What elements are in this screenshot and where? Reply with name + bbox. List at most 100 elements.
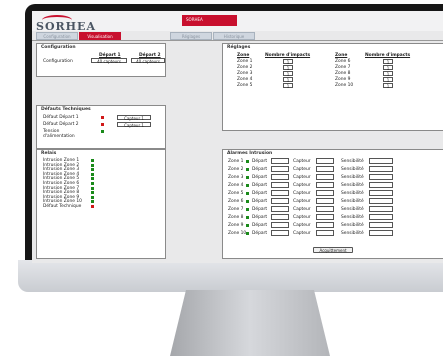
alarm-depart-label: Départ	[252, 175, 268, 180]
monitor-chin	[18, 260, 443, 292]
alarm-depart-label: Départ	[252, 215, 268, 220]
settings-impacts-input[interactable]: 1	[283, 83, 293, 89]
alarm-sensitivity-label: Sensibilité	[341, 223, 364, 228]
tab-configuration[interactable]: Configuration	[36, 32, 78, 40]
configuration-title: Configuration	[41, 45, 76, 50]
product-photo: SORHEA SORHEA Configuration Visualisatio…	[0, 0, 443, 356]
settings-impacts-input[interactable]: 1	[383, 65, 393, 71]
alarm-depart-input[interactable]	[271, 222, 289, 228]
alarm-status-indicator	[246, 224, 249, 227]
monitor-screen: SORHEA SORHEA Configuration Visualisatio…	[32, 11, 443, 263]
alarm-zone-label: Zone 1	[228, 159, 244, 164]
configuration-panel: Configuration Départ 1 Départ 2 Configur…	[36, 43, 166, 77]
alarm-status-indicator	[246, 160, 249, 163]
alarm-sensitivity-input[interactable]	[369, 222, 393, 228]
alarm-sensitivity-input[interactable]	[369, 214, 393, 220]
alarm-sensitivity-input[interactable]	[369, 174, 393, 180]
settings-impacts-header-right: Nombre d'impacts	[365, 53, 411, 58]
settings-zone-header-right: Zone	[335, 53, 348, 58]
alarm-sensor-input[interactable]	[316, 206, 334, 212]
alarm-sensitivity-input[interactable]	[369, 190, 393, 196]
alarm-depart-label: Départ	[252, 191, 268, 196]
settings-zone-label: Zone 10	[335, 83, 354, 88]
depart-2-config-value: 40 capteurs	[131, 58, 165, 64]
alarm-status-indicator	[246, 192, 249, 195]
alarm-sensitivity-label: Sensibilité	[341, 175, 364, 180]
fault-label: Défaut Départ 2	[43, 122, 79, 127]
faults-title: Défauts Techniques	[41, 107, 91, 112]
alarm-sensitivity-label: Sensibilité	[341, 191, 364, 196]
relay-status-indicator	[91, 191, 94, 195]
relay-status-indicator	[91, 168, 94, 172]
alarm-depart-input[interactable]	[271, 230, 289, 236]
settings-zone-header-left: Zone	[237, 53, 250, 58]
alarm-zone-label: Zone 10	[228, 231, 247, 236]
fault-status-indicator	[101, 116, 104, 119]
alarm-sensitivity-label: Sensibilité	[341, 167, 364, 172]
alarm-depart-input[interactable]	[271, 206, 289, 212]
settings-impacts-input[interactable]: 1	[283, 77, 293, 83]
alarm-depart-input[interactable]	[271, 158, 289, 164]
alarm-depart-input[interactable]	[271, 182, 289, 188]
relay-status-indicator	[91, 182, 94, 185]
tab-visualisation[interactable]: Visualisation	[79, 32, 121, 40]
alarm-sensitivity-input[interactable]	[369, 230, 393, 236]
relay-status-indicator	[91, 195, 94, 199]
settings-zone-label: Zone 1	[237, 59, 253, 64]
alarm-sensor-input[interactable]	[316, 214, 334, 220]
depart-1-config-value: 40 capteurs	[91, 58, 127, 64]
settings-impacts-input[interactable]: 1	[283, 59, 293, 65]
fault-sensor-value: Capteur 1	[117, 115, 151, 121]
alarm-depart-input[interactable]	[271, 198, 289, 204]
alarm-depart-input[interactable]	[271, 214, 289, 220]
header-brand-bar: SORHEA	[182, 15, 237, 26]
alarm-depart-input[interactable]	[271, 174, 289, 180]
alarm-sensitivity-input[interactable]	[369, 206, 393, 212]
alarm-sensor-input[interactable]	[316, 230, 334, 236]
settings-zone-label: Zone 6	[335, 59, 351, 64]
settings-impacts-input[interactable]: 1	[383, 77, 393, 83]
alarm-sensor-input[interactable]	[316, 182, 334, 188]
alarm-sensor-label: Capteur	[293, 183, 311, 188]
alarm-sensor-input[interactable]	[316, 158, 334, 164]
relay-status-indicator	[91, 163, 94, 167]
alarm-sensor-label: Capteur	[293, 207, 311, 212]
alarm-sensor-input[interactable]	[316, 166, 334, 172]
alarm-sensitivity-input[interactable]	[369, 182, 393, 188]
alarm-depart-input[interactable]	[271, 190, 289, 196]
settings-impacts-input[interactable]: 1	[383, 83, 393, 89]
alarm-sensor-input[interactable]	[316, 174, 334, 180]
alarm-depart-input[interactable]	[271, 166, 289, 172]
fault-status-indicator	[101, 130, 104, 133]
alarm-sensor-label: Capteur	[293, 231, 311, 236]
monitor-stand	[170, 290, 330, 356]
alarm-zone-label: Zone 2	[228, 167, 244, 172]
settings-impacts-input[interactable]: 1	[383, 59, 393, 65]
tab-reglages[interactable]: Réglages	[170, 32, 212, 40]
alarm-sensitivity-input[interactable]	[369, 158, 393, 164]
alarm-zone-label: Zone 7	[228, 207, 244, 212]
settings-impacts-input[interactable]: 1	[383, 71, 393, 77]
alarm-sensor-input[interactable]	[316, 198, 334, 204]
settings-impacts-input[interactable]: 1	[283, 65, 293, 71]
alarm-depart-label: Départ	[252, 231, 268, 236]
settings-zone-label: Zone 5	[237, 83, 253, 88]
acknowledge-button[interactable]: Acquittement	[313, 247, 353, 253]
alarm-sensitivity-input[interactable]	[369, 166, 393, 172]
settings-zone-label: Zone 4	[237, 77, 253, 82]
alarm-sensitivity-input[interactable]	[369, 198, 393, 204]
alarm-sensor-input[interactable]	[316, 190, 334, 196]
alarm-depart-label: Départ	[252, 207, 268, 212]
alarm-sensor-label: Capteur	[293, 167, 311, 172]
faults-panel: Défauts Techniques Défaut Départ 1 Capteu…	[36, 105, 166, 149]
alarm-sensor-input[interactable]	[316, 222, 334, 228]
settings-zone-label: Zone 2	[237, 65, 253, 70]
settings-zone-label: Zone 7	[335, 65, 351, 70]
alarm-status-indicator	[246, 216, 249, 219]
alarm-status-indicator	[246, 200, 249, 203]
tab-historique[interactable]: Historique	[213, 32, 255, 40]
settings-impacts-input[interactable]: 1	[283, 71, 293, 77]
relay-status-indicator	[91, 205, 94, 208]
fault-sensor-value: Capteur 1	[117, 122, 151, 128]
alarm-sensor-label: Capteur	[293, 191, 311, 196]
